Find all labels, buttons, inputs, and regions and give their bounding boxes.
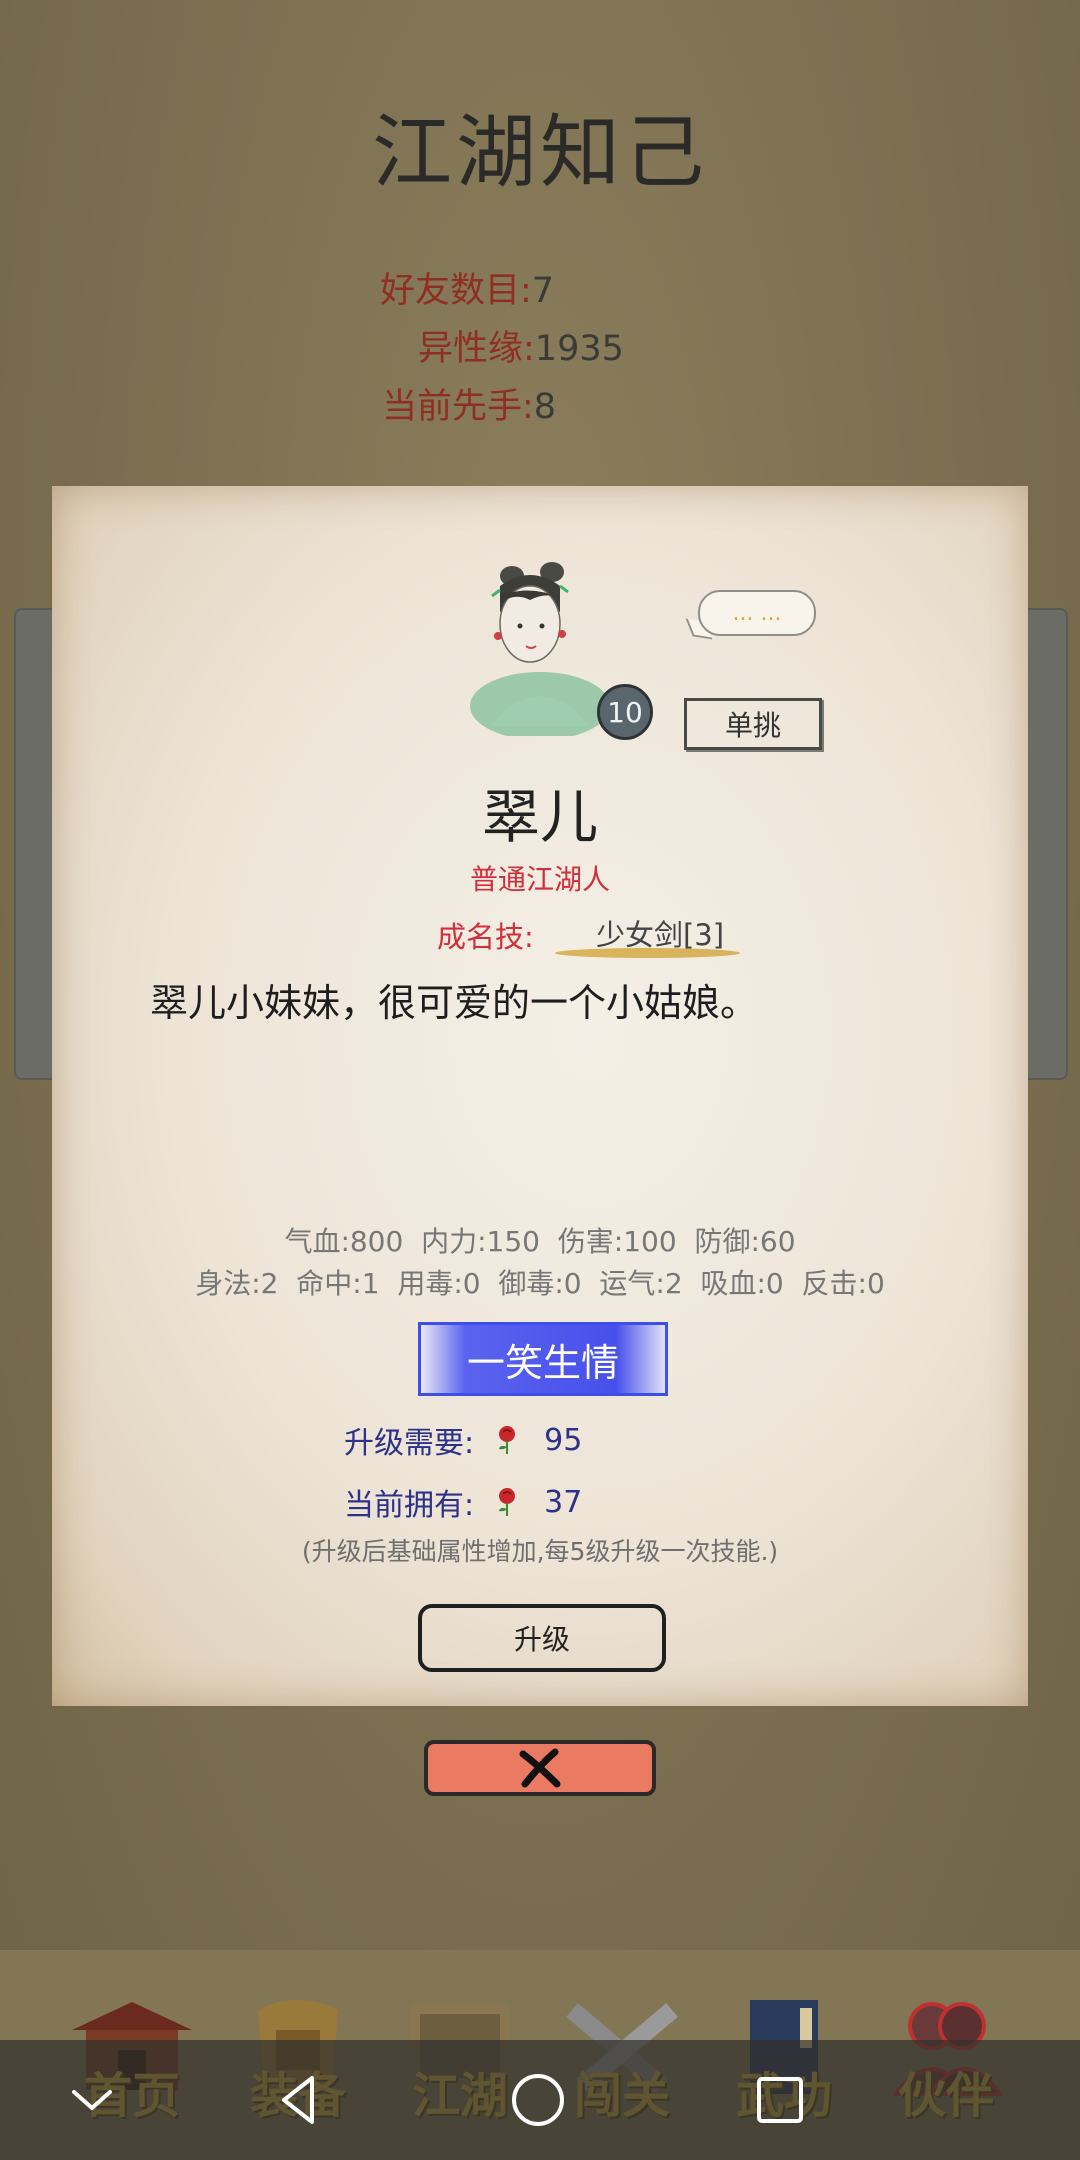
companion-portrait xyxy=(470,562,610,736)
signature-skill[interactable]: 少女剑[3] xyxy=(560,912,760,954)
upgrade-need-value: 95 xyxy=(544,1422,583,1458)
signature-skill-label: 成名技: xyxy=(437,920,534,954)
speech-bubble: ... ... xyxy=(698,590,816,636)
affinity-value: 1935 xyxy=(534,329,624,369)
back-icon[interactable] xyxy=(268,2068,332,2132)
owned-row: 当前拥有: 37 xyxy=(344,1480,582,1524)
upgrade-need-label: 升级需要: xyxy=(344,1426,475,1461)
home-circle-icon[interactable] xyxy=(506,2068,570,2132)
friends-count-value: 7 xyxy=(531,271,555,311)
upgrade-note: (升级后基础属性增加,每5级升级一次技能.) xyxy=(301,1537,779,1566)
rose-icon xyxy=(499,1488,516,1516)
companion-description: 翠儿小妹妹，很可爱的一个小姑娘。 xyxy=(150,981,759,1025)
owned-value: 37 xyxy=(544,1484,583,1520)
upgrade-button[interactable]: 升级 xyxy=(418,1604,666,1672)
initiative-label: 当前先手: xyxy=(382,387,534,427)
friends-count: 好友数目:7 xyxy=(380,262,554,313)
affinity-stat: 异性缘:1935 xyxy=(418,320,624,371)
companion-rank: 普通江湖人 xyxy=(469,863,610,896)
page-title: 江湖知己 xyxy=(372,106,708,199)
owned-label: 当前拥有: xyxy=(344,1488,475,1523)
attributes-primary: 气血:800 内力:150 伤害:100 防御:60 xyxy=(284,1225,796,1258)
chevron-down-icon[interactable] xyxy=(60,2068,124,2132)
recents-square-icon[interactable] xyxy=(748,2068,812,2132)
affinity-label: 异性缘: xyxy=(418,329,535,369)
rose-icon xyxy=(499,1426,516,1454)
companion-name: 翠儿 xyxy=(481,783,598,851)
ability-button[interactable]: 一笑生情 xyxy=(418,1322,668,1396)
level-badge: 10 xyxy=(597,684,653,740)
attributes-secondary: 身法:2 命中:1 用毒:0 御毒:0 运气:2 吸血:0 反击:0 xyxy=(195,1267,885,1300)
friends-count-label: 好友数目: xyxy=(380,271,532,311)
duel-button[interactable]: 单挑 xyxy=(684,698,822,750)
close-icon xyxy=(519,1748,561,1788)
initiative-stat: 当前先手:8 xyxy=(382,378,556,429)
initiative-value: 8 xyxy=(533,387,557,427)
upgrade-need-row: 升级需要: 95 xyxy=(344,1418,582,1462)
close-button[interactable] xyxy=(424,1740,656,1796)
